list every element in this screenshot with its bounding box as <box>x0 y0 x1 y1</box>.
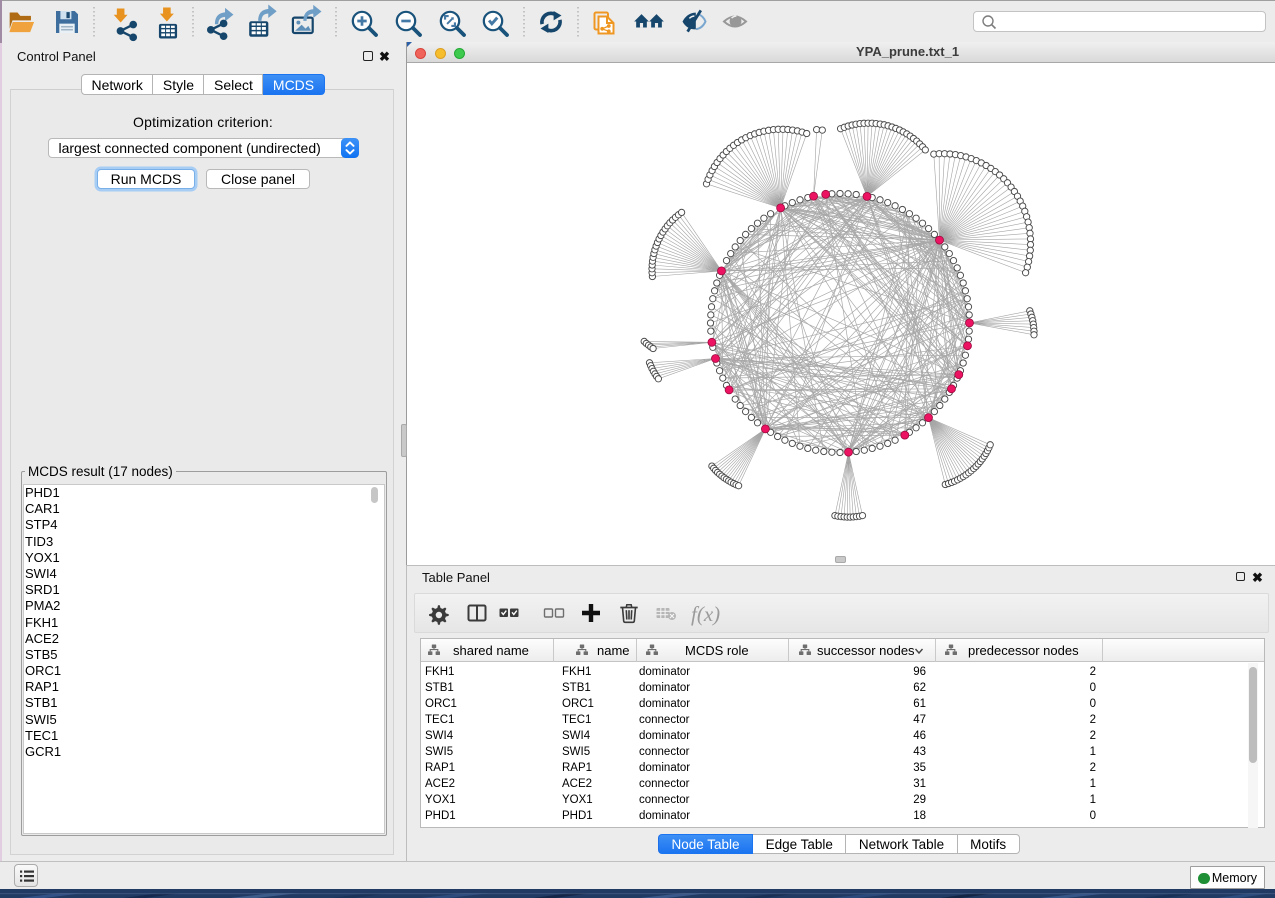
svg-text:f(x): f(x) <box>691 602 720 626</box>
